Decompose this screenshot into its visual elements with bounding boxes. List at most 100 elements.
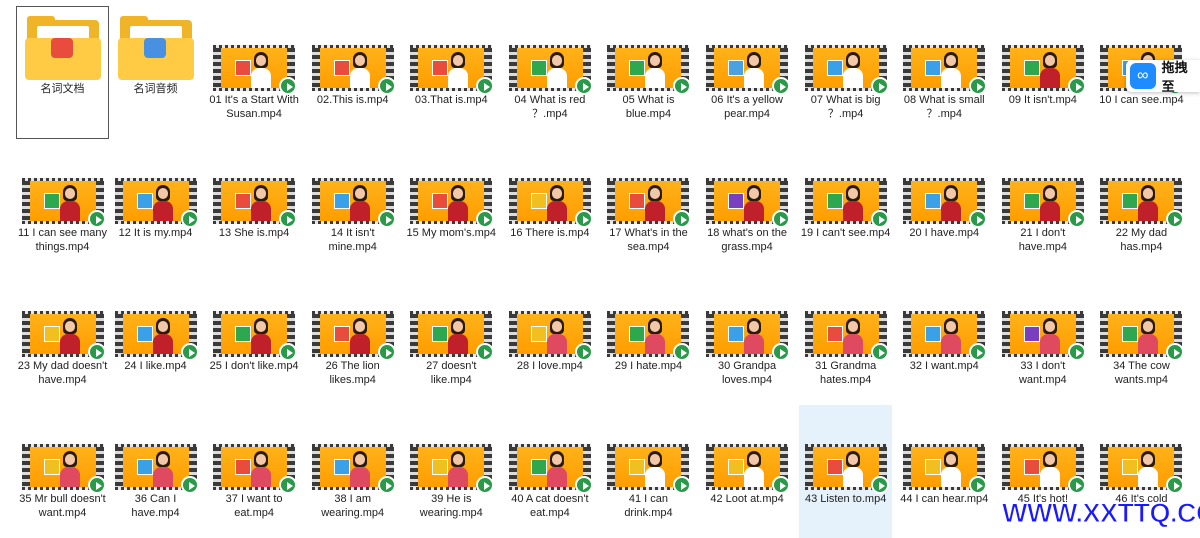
video-thumbnail: [508, 444, 593, 494]
video-file-item[interactable]: 03.That is.mp4: [405, 6, 498, 139]
video-thumbnail: [804, 311, 889, 361]
video-file-item[interactable]: 27 doesn't like.mp4: [405, 272, 498, 405]
video-file-item[interactable]: 41 I can drink.mp4: [602, 405, 695, 538]
video-file-item[interactable]: 32 I want.mp4: [898, 272, 991, 405]
video-file-item[interactable]: 33 I don't want.mp4: [996, 272, 1089, 405]
presenter: [349, 318, 370, 354]
file-name: 40 A cat doesn't eat.mp4: [511, 493, 589, 519]
play-badge-icon: [279, 343, 298, 361]
play-badge-icon: [279, 210, 298, 228]
flashcard: [728, 60, 745, 76]
video-thumbnail: [607, 311, 692, 361]
video-file-item[interactable]: 25 I don't like.mp4: [208, 272, 301, 405]
presenter: [349, 451, 370, 487]
video-file-item[interactable]: 04 What is red ？.mp4: [503, 6, 596, 139]
video-file-item[interactable]: 36 Can I have.mp4: [109, 405, 202, 538]
file-name: 02.This is.mp4: [316, 94, 389, 106]
presenter: [251, 185, 272, 221]
play-badge-icon: [1067, 210, 1086, 228]
video-thumbnail: [1001, 444, 1086, 494]
video-file-item[interactable]: 34 The cow wants.mp4: [1095, 272, 1188, 405]
file-name: 01 It's a Start With Susan.mp4: [209, 94, 299, 120]
video-thumbnail: [706, 311, 791, 361]
video-file-item[interactable]: 11 I can see many things.mp4: [16, 139, 109, 272]
flashcard: [432, 60, 449, 76]
presenter: [744, 185, 765, 221]
video-file-item[interactable]: 21 I don't have.mp4: [996, 139, 1089, 272]
video-file-item[interactable]: 37 I want to eat.mp4: [208, 405, 301, 538]
folder-icon: [117, 16, 194, 80]
flashcard: [136, 326, 153, 342]
video-file-item[interactable]: 05 What is blue.mp4: [602, 6, 695, 139]
video-file-item[interactable]: 19 I can't see.mp4: [799, 139, 892, 272]
play-badge-icon: [180, 343, 199, 361]
video-file-item[interactable]: 40 A cat doesn't eat.mp4: [503, 405, 596, 538]
video-file-item[interactable]: 08 What is small ？.mp4: [898, 6, 991, 139]
video-file-item[interactable]: 17 What's in the sea.mp4: [602, 139, 695, 272]
video-thumbnail: [114, 311, 199, 361]
cloud-drive-icon: ∞: [1130, 63, 1156, 89]
video-file-item[interactable]: 24 I like.mp4: [109, 272, 202, 405]
presenter: [251, 318, 272, 354]
file-name: 35 Mr bull doesn't want.mp4: [19, 493, 106, 519]
presenter: [152, 318, 173, 354]
video-file-item[interactable]: 43 Listen to.mp4: [799, 405, 893, 538]
folder-item[interactable]: 名词音频: [109, 6, 202, 139]
flashcard: [43, 193, 60, 209]
video-file-item[interactable]: 22 My dad has.mp4: [1095, 139, 1188, 272]
video-thumbnail: [508, 178, 593, 228]
video-file-item[interactable]: 15 My mom's.mp4: [405, 139, 498, 272]
flashcard: [235, 326, 252, 342]
video-file-item[interactable]: 26 The lion likes.mp4: [306, 272, 399, 405]
video-file-item[interactable]: 20 I have.mp4: [898, 139, 991, 272]
video-file-item[interactable]: 01 It's a Start With Susan.mp4: [208, 6, 301, 139]
play-badge-icon: [279, 476, 298, 494]
video-file-item[interactable]: 13 She is.mp4: [208, 139, 301, 272]
presenter: [842, 318, 863, 354]
file-name: 26 The lion likes.mp4: [325, 360, 380, 386]
play-badge-icon: [1067, 77, 1086, 95]
video-file-item[interactable]: 42 Loot at.mp4: [701, 405, 794, 538]
video-file-item[interactable]: 44 I can hear.mp4: [898, 405, 991, 538]
file-name: 28 I love.mp4: [516, 360, 583, 372]
drag-upload-widget[interactable]: ∞ 拖拽至: [1126, 60, 1200, 94]
video-file-item[interactable]: 09 It isn't.mp4: [996, 6, 1089, 139]
play-badge-icon: [772, 476, 791, 494]
video-thumbnail: [311, 178, 396, 228]
presenter: [941, 52, 962, 88]
video-file-item[interactable]: 29 I hate.mp4: [602, 272, 695, 405]
video-thumbnail: [903, 45, 988, 95]
video-file-item[interactable]: 14 It isn't mine.mp4: [306, 139, 399, 272]
file-name: 23 My dad doesn't have.mp4: [17, 360, 108, 386]
video-file-item[interactable]: 31 Grandma hates.mp4: [799, 272, 892, 405]
presenter: [1138, 451, 1159, 487]
video-thumbnail: [21, 178, 106, 228]
video-file-item[interactable]: 38 I am wearing.mp4: [306, 405, 399, 538]
flashcard: [728, 459, 745, 475]
video-file-item[interactable]: 16 There is.mp4: [503, 139, 596, 272]
video-thumbnail: [213, 178, 298, 228]
video-file-item[interactable]: 28 I love.mp4: [503, 272, 596, 405]
watermark: WWW.XXTTQ.COM: [1001, 498, 1200, 529]
video-file-item[interactable]: 12 It is my.mp4: [109, 139, 202, 272]
video-file-item[interactable]: 35 Mr bull doesn't want.mp4: [16, 405, 109, 538]
flashcard: [629, 326, 646, 342]
video-thumbnail: [1100, 444, 1185, 494]
play-badge-icon: [772, 77, 791, 95]
video-file-item[interactable]: 30 Grandpa loves.mp4: [701, 272, 794, 405]
video-file-item[interactable]: 06 It's a yellow pear.mp4: [701, 6, 794, 139]
presenter: [1138, 185, 1159, 221]
video-file-item[interactable]: 02.This is.mp4: [306, 6, 399, 139]
folder-item[interactable]: 名词文档: [16, 6, 109, 139]
file-name: 30 Grandpa loves.mp4: [718, 360, 777, 386]
video-file-item[interactable]: 18 what's on the grass.mp4: [701, 139, 794, 272]
flashcard: [629, 459, 646, 475]
presenter: [1039, 451, 1060, 487]
video-file-item[interactable]: 07 What is big ？.mp4: [799, 6, 892, 139]
play-badge-icon: [279, 77, 298, 95]
video-file-item[interactable]: 23 My dad doesn't have.mp4: [16, 272, 109, 405]
flashcard: [826, 459, 843, 475]
video-file-item[interactable]: 39 He is wearing.mp4: [405, 405, 498, 538]
video-thumbnail: [706, 45, 791, 95]
video-thumbnail: [213, 45, 298, 95]
